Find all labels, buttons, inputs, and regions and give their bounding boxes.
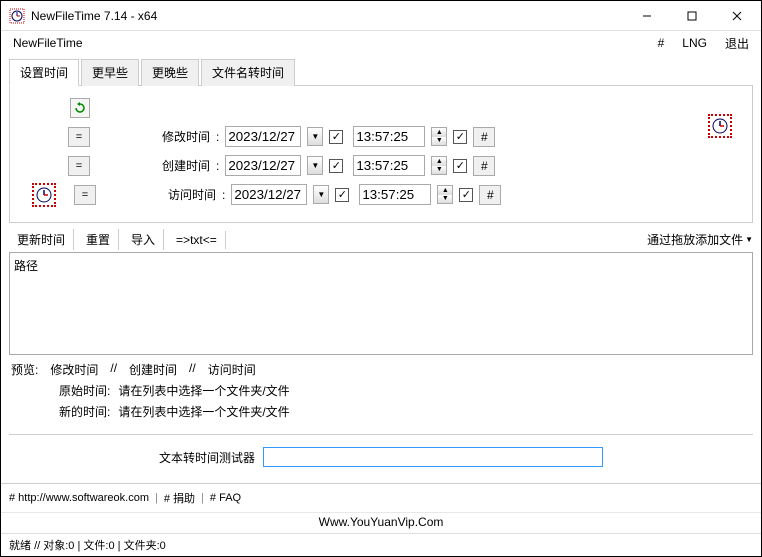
modify-date-checkbox[interactable]	[329, 130, 343, 144]
action-row: 更新时间 重置 导入 =>txt<= 通过拖放添加文件 ▼	[9, 223, 753, 252]
access-date-checkbox[interactable]	[335, 188, 349, 202]
preview-access: 访问时间	[208, 361, 256, 378]
divider	[9, 434, 753, 435]
create-label: 创建时间	[154, 157, 210, 174]
footer-faq[interactable]: # FAQ	[210, 492, 241, 504]
eq-button-access[interactable]: =	[74, 185, 96, 205]
eq-button-modify[interactable]: =	[68, 127, 90, 147]
tester-input[interactable]	[263, 447, 603, 467]
chevron-down-icon: ▼	[317, 190, 325, 199]
app-icon	[9, 8, 25, 24]
tab-strip: 设置时间 更早些 更晚些 文件名转时间	[9, 59, 753, 86]
tab-set-time[interactable]: 设置时间	[9, 59, 79, 86]
tab-earlier[interactable]: 更早些	[81, 59, 139, 86]
status-objects: 对象:0	[43, 540, 74, 552]
update-time-button[interactable]: 更新时间	[9, 229, 74, 250]
import-button[interactable]: 导入	[123, 229, 164, 250]
status-files: 文件:0	[83, 540, 114, 552]
menu-app[interactable]: NewFileTime	[9, 34, 646, 52]
app-window: NewFileTime 7.14 - x64 NewFileTime # LNG…	[0, 0, 762, 557]
status-bar: 就绪 // 对象:0 | 文件:0 | 文件夹:0	[1, 533, 761, 556]
tab-name-to-time[interactable]: 文件名转时间	[201, 59, 295, 86]
txt-button[interactable]: =>txt<=	[168, 231, 226, 249]
tab-later[interactable]: 更晚些	[141, 59, 199, 86]
create-time-input[interactable]	[353, 155, 425, 176]
refresh-button[interactable]	[70, 98, 90, 118]
list-header-path: 路径	[14, 259, 38, 273]
modify-label: 修改时间	[154, 128, 210, 145]
eq-button-create[interactable]: =	[68, 156, 90, 176]
sep: //	[110, 361, 117, 378]
preview-create: 创建时间	[129, 361, 177, 378]
minimize-button[interactable]	[624, 2, 669, 30]
modify-time-checkbox[interactable]	[453, 130, 467, 144]
colon: :	[222, 188, 225, 202]
tester-label: 文本转时间测试器	[159, 449, 255, 466]
menu-lng[interactable]: LNG	[678, 34, 711, 52]
preview-modify: 修改时间	[50, 361, 98, 378]
access-time-input[interactable]	[359, 184, 431, 205]
maximize-button[interactable]	[669, 2, 714, 30]
preview-label: 预览:	[11, 361, 38, 378]
menu-hash[interactable]: #	[654, 34, 669, 52]
orig-time-msg: 请在列表中选择一个文件夹/文件	[118, 382, 289, 399]
modify-time-spinner[interactable]: ▲▼	[431, 127, 447, 146]
tab-panel-set-time: = 修改时间 : ▼ ▲▼ # = 创建时间 : ▼	[9, 86, 753, 223]
access-time-spinner[interactable]: ▲▼	[437, 185, 453, 204]
drag-add-label[interactable]: 通过拖放添加文件	[647, 231, 743, 248]
window-title: NewFileTime 7.14 - x64	[31, 9, 624, 23]
sep: //	[34, 540, 40, 552]
access-time-checkbox[interactable]	[459, 188, 473, 202]
clock-icon[interactable]	[708, 114, 732, 138]
create-date-picker[interactable]: ▼	[307, 156, 323, 175]
file-list[interactable]: 路径	[9, 252, 753, 355]
titlebar: NewFileTime 7.14 - x64	[1, 1, 761, 31]
reset-button[interactable]: 重置	[78, 229, 119, 250]
orig-time-label: 原始时间:	[59, 382, 110, 399]
sep: //	[189, 361, 196, 378]
create-date-input[interactable]	[225, 155, 301, 176]
access-date-picker[interactable]: ▼	[313, 185, 329, 204]
colon: :	[216, 130, 219, 144]
modify-time-row: = 修改时间 : ▼ ▲▼ #	[20, 125, 742, 148]
create-time-row: = 创建时间 : ▼ ▲▼ #	[20, 154, 742, 177]
new-time-msg: 请在列表中选择一个文件夹/文件	[118, 403, 289, 420]
create-time-checkbox[interactable]	[453, 159, 467, 173]
access-hash-button[interactable]: #	[479, 185, 501, 205]
footer-links: # http://www.softwareok.com | # 捐助 | # F…	[1, 483, 761, 512]
footer-donate[interactable]: # 捐助	[164, 490, 195, 506]
modify-hash-button[interactable]: #	[473, 127, 495, 147]
menu-exit[interactable]: 退出	[721, 33, 753, 54]
chevron-down-icon: ▼	[311, 161, 319, 170]
modify-date-picker[interactable]: ▼	[307, 127, 323, 146]
content-area: 设置时间 更早些 更晚些 文件名转时间 = 修改时间 :	[1, 55, 761, 483]
colon: :	[216, 159, 219, 173]
menubar: NewFileTime # LNG 退出	[1, 31, 761, 55]
create-time-spinner[interactable]: ▲▼	[431, 156, 447, 175]
new-time-label: 新的时间:	[59, 403, 110, 420]
access-time-row: = 访问时间 : ▼ ▲▼ #	[20, 183, 742, 206]
create-date-checkbox[interactable]	[329, 159, 343, 173]
preview-area: 预览: 修改时间 // 创建时间 // 访问时间 原始时间: 请在列表中选择一个…	[9, 355, 753, 426]
access-label: 访问时间	[160, 186, 216, 203]
modify-time-input[interactable]	[353, 126, 425, 147]
create-hash-button[interactable]: #	[473, 156, 495, 176]
modify-date-input[interactable]	[225, 126, 301, 147]
branding: Www.YouYuanVip.Com	[1, 512, 761, 533]
footer-url[interactable]: # http://www.softwareok.com	[9, 492, 149, 504]
clock-icon[interactable]	[32, 183, 56, 207]
chevron-down-icon[interactable]: ▼	[745, 235, 753, 244]
chevron-down-icon: ▼	[311, 132, 319, 141]
status-ready: 就绪	[9, 540, 31, 552]
status-folders: 文件夹:0	[124, 540, 166, 552]
access-date-input[interactable]	[231, 184, 307, 205]
tester-row: 文本转时间测试器	[9, 443, 753, 479]
close-button[interactable]	[714, 2, 759, 30]
refresh-row	[20, 96, 742, 119]
